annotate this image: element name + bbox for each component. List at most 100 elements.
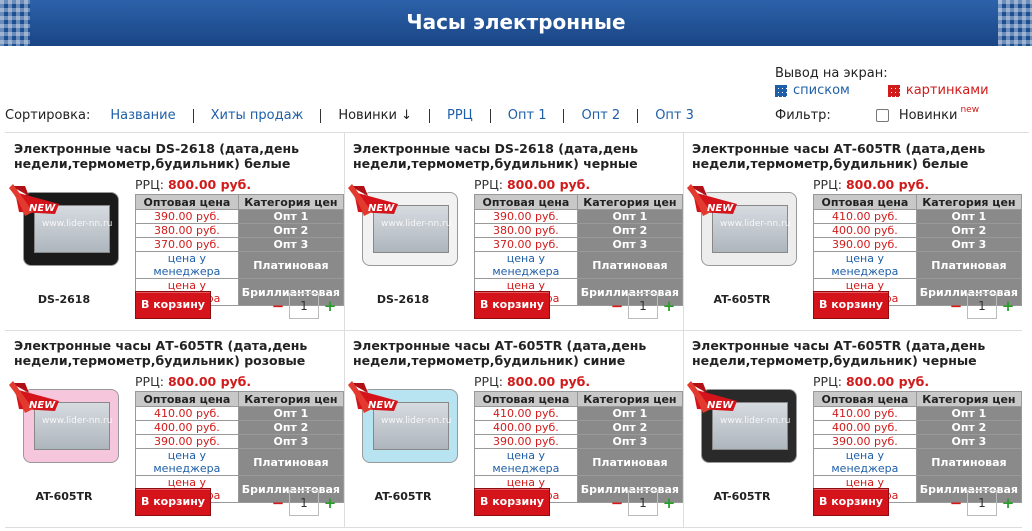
product-name[interactable]: Электронные часы АТ-605TR (дата,день нед…: [353, 338, 673, 368]
product-model: AT-605TR: [374, 490, 432, 503]
sort-by-rrc[interactable]: РРЦ: [430, 108, 491, 123]
product-card: Электронные часы АТ-605TR (дата,день нед…: [344, 330, 684, 528]
price-cell: 390.00 руб.: [474, 434, 578, 449]
rrc-label: РРЦ:: [135, 374, 164, 389]
category-cell: Платиновая: [915, 251, 1023, 279]
price-cell: 410.00 руб.: [474, 406, 578, 421]
product-name[interactable]: Электронные часы DS-2618 (дата,день неде…: [353, 141, 673, 171]
sort-by-opt3[interactable]: Опт 3: [638, 108, 711, 123]
price-cell: 390.00 руб.: [813, 434, 917, 449]
sort-by-opt1[interactable]: Опт 1: [491, 108, 565, 123]
rrc-price: РРЦ: 800.00 руб.: [813, 374, 929, 389]
add-to-cart-button[interactable]: В корзину: [135, 291, 211, 319]
product-card: Электронные часы DS-2618 (дата,день неде…: [344, 133, 684, 331]
price-cell: 370.00 руб.: [135, 237, 239, 252]
price-cell: 380.00 руб.: [474, 223, 578, 238]
price-cell: цена у менеджера: [135, 251, 239, 279]
qty-plus-button[interactable]: +: [662, 297, 676, 315]
new-badge-text: NEW: [707, 203, 734, 214]
price-cell: 410.00 руб.: [135, 406, 239, 421]
add-to-cart-button[interactable]: В корзину: [474, 291, 550, 319]
qty-minus-button[interactable]: −: [949, 494, 963, 512]
add-to-cart-button[interactable]: В корзину: [813, 291, 889, 319]
price-cell: цена у менеджера: [813, 448, 917, 476]
price-header: Оптовая цена: [813, 194, 917, 210]
page-title: Часы электронные: [406, 10, 626, 34]
qty-input[interactable]: 1: [289, 490, 319, 516]
product-name[interactable]: Электронные часы АТ-605TR (дата,день нед…: [692, 141, 1012, 171]
category-cell: Платиновая: [915, 448, 1023, 476]
add-to-cart-button[interactable]: В корзину: [813, 488, 889, 516]
qty-input[interactable]: 1: [967, 490, 997, 516]
qty-input[interactable]: 1: [289, 293, 319, 319]
sort-by-name[interactable]: Название: [104, 108, 194, 123]
price-cell: цена у менеджера: [135, 448, 239, 476]
qty-minus-button[interactable]: −: [271, 297, 285, 315]
qty-input[interactable]: 1: [967, 293, 997, 319]
quantity-stepper: − 1 +: [271, 490, 337, 516]
price-header: Оптовая цена: [135, 194, 239, 210]
price-header: Оптовая цена: [135, 391, 239, 407]
qty-minus-button[interactable]: −: [610, 297, 624, 315]
new-filter-checkbox[interactable]: [875, 109, 889, 122]
quantity-stepper: − 1 +: [949, 490, 1015, 516]
grid-view-icon[interactable]: [887, 84, 900, 97]
qty-input[interactable]: 1: [628, 490, 658, 516]
category-header: Категория цен: [237, 391, 345, 407]
product-model: DS-2618: [37, 293, 91, 306]
product-image[interactable]: www.lider-nn.ru NEW: [687, 178, 799, 270]
price-cell: 400.00 руб.: [813, 223, 917, 238]
rrc-label: РРЦ:: [474, 374, 503, 389]
price-cell: 400.00 руб.: [813, 420, 917, 435]
add-to-cart-button[interactable]: В корзину: [474, 488, 550, 516]
price-header: Оптовая цена: [474, 391, 578, 407]
qty-minus-button[interactable]: −: [271, 494, 285, 512]
rrc-value: 800.00 руб.: [506, 177, 591, 192]
new-filter-label[interactable]: Новинки: [899, 108, 958, 123]
view-list-link[interactable]: списком: [793, 83, 850, 98]
product-image[interactable]: www.lider-nn.ru NEW: [9, 178, 121, 270]
price-cell: цена у менеджера: [474, 448, 578, 476]
category-cell: Опт 1: [237, 406, 345, 421]
rrc-price: РРЦ: 800.00 руб.: [135, 177, 251, 192]
qty-input[interactable]: 1: [628, 293, 658, 319]
sort-by-opt2[interactable]: Опт 2: [564, 108, 639, 123]
qty-plus-button[interactable]: +: [1001, 494, 1015, 512]
qty-plus-button[interactable]: +: [323, 494, 337, 512]
qty-minus-button[interactable]: −: [949, 297, 963, 315]
rrc-value: 800.00 руб.: [167, 177, 252, 192]
product-image[interactable]: www.lider-nn.ru NEW: [348, 375, 460, 467]
header-banner: Часы электронные: [0, 0, 1032, 46]
sort-label: Сортировка:: [5, 108, 91, 123]
product-image[interactable]: www.lider-nn.ru NEW: [9, 375, 121, 467]
qty-minus-button[interactable]: −: [610, 494, 624, 512]
product-grid: Электронные часы DS-2618 (дата,день неде…: [5, 132, 1029, 528]
product-model: AT-605TR: [713, 293, 771, 306]
category-header: Категория цен: [576, 194, 684, 210]
product-card: Электронные часы АТ-605TR (дата,день нед…: [683, 330, 1023, 528]
view-pictures-link[interactable]: картинками: [906, 83, 989, 98]
new-badge-icon: NEW: [348, 184, 398, 216]
sort-by-hits[interactable]: Хиты продаж: [194, 108, 322, 123]
product-name[interactable]: Электронные часы АТ-605TR (дата,день нед…: [14, 338, 334, 368]
product-image[interactable]: www.lider-nn.ru NEW: [687, 375, 799, 467]
qty-plus-button[interactable]: +: [323, 297, 337, 315]
price-table: Оптовая цена Категория цен 390.00 руб. Опт…: [474, 194, 684, 306]
category-header: Категория цен: [915, 391, 1023, 407]
qty-plus-button[interactable]: +: [662, 494, 676, 512]
product-image[interactable]: www.lider-nn.ru NEW: [348, 178, 460, 270]
add-to-cart-button[interactable]: В корзину: [135, 488, 211, 516]
product-name[interactable]: Электронные часы DS-2618 (дата,день неде…: [14, 141, 334, 171]
product-card: Электронные часы АТ-605TR (дата,день нед…: [683, 133, 1023, 331]
price-table: Оптовая цена Категория цен 390.00 руб. Опт…: [135, 194, 345, 306]
list-view-icon[interactable]: [775, 84, 787, 97]
quantity-stepper: − 1 +: [949, 293, 1015, 319]
category-cell: Опт 3: [915, 434, 1023, 449]
qty-plus-button[interactable]: +: [1001, 297, 1015, 315]
sort-by-new[interactable]: Новинки ↓: [321, 108, 430, 123]
view-mode-label: Вывод на экран:: [775, 66, 888, 81]
product-name[interactable]: Электронные часы АТ-605TR (дата,день нед…: [692, 338, 1012, 368]
view-mode: Вывод на экран: списком картинками: [775, 66, 989, 98]
category-cell: Опт 1: [237, 209, 345, 224]
price-cell: 380.00 руб.: [135, 223, 239, 238]
